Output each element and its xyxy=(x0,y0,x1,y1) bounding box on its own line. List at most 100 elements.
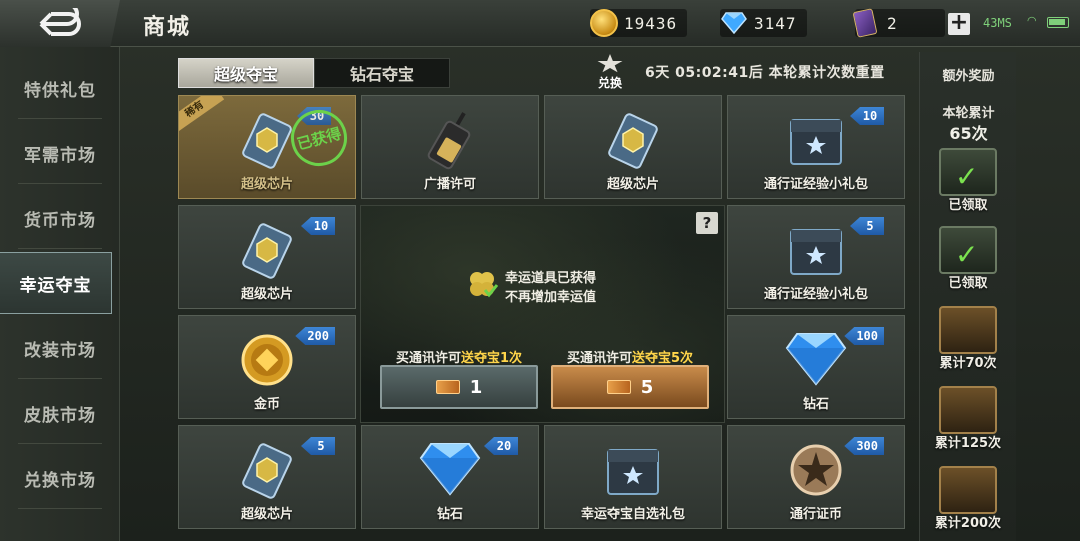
prize-cell-pass-exp-pack-5[interactable]: 5 通行证经验小礼包 xyxy=(727,205,905,309)
reset-timer: 6天 05:02:41后 本轮累计次数重置 xyxy=(645,65,885,81)
prize-cell-broadcast-permit[interactable]: 广播许可 xyxy=(361,95,539,199)
sidebar-item-special-pack[interactable]: 特供礼包 xyxy=(0,57,120,119)
buy-once-button[interactable]: 1 xyxy=(380,365,538,409)
prize-cell-super-chip-10[interactable]: 10 超级芯片 xyxy=(178,205,356,309)
prize-name: 超级芯片 xyxy=(240,287,293,302)
prize-name: 金币 xyxy=(253,397,280,412)
prize-name: 通行证经验小礼包 xyxy=(763,287,868,302)
reward-label: 累计200次 xyxy=(934,516,1002,531)
diamond-icon xyxy=(419,443,481,496)
check-icon: ✓ xyxy=(955,238,979,271)
ping-readout: 43MS xyxy=(983,16,1012,30)
prize-name: 钻石 xyxy=(436,507,463,522)
quantity-badge: 10 xyxy=(301,217,335,235)
sidebar-item-supply-market[interactable]: 军需市场 xyxy=(0,122,120,184)
reward-tier-3[interactable]: 累计70次 xyxy=(935,302,1001,371)
reward-chest-icon xyxy=(939,466,997,514)
reward-label: 已领取 xyxy=(948,198,988,213)
diamond-counter: 3147 xyxy=(720,9,807,37)
round-total-count: 65次 xyxy=(949,124,988,143)
reward-label: 累计125次 xyxy=(934,436,1002,451)
quantity-badge: 200 xyxy=(295,327,335,345)
quantity-badge: 5 xyxy=(850,217,884,235)
quantity-badge: 5 xyxy=(301,437,335,455)
buy-five-prefix: 买通讯许可 xyxy=(566,351,632,366)
gold-value: 19436 xyxy=(624,13,678,33)
supply-box-icon xyxy=(790,229,842,275)
chip-card-icon xyxy=(242,223,292,279)
gold-counter: 19436 xyxy=(590,9,688,37)
exchange-button[interactable]: 兑换 xyxy=(592,54,628,92)
reward-tier-2[interactable]: ✓ 已领取 xyxy=(935,222,1001,291)
prize-cell-gold-200[interactable]: 200 金币 xyxy=(178,315,356,419)
reward-tier-5[interactable]: 累计200次 xyxy=(935,462,1001,531)
exchange-label: 兑换 xyxy=(597,76,622,90)
prize-name: 超级芯片 xyxy=(240,507,293,522)
buy-once-prefix: 买通讯许可 xyxy=(395,351,461,366)
prize-name: 通行证经验小礼包 xyxy=(763,177,868,192)
prize-cell-pass-exp-pack-10[interactable]: 10 通行证经验小礼包 xyxy=(727,95,905,199)
buy-five-count: 5 xyxy=(640,376,654,398)
prize-cell-super-chip[interactable]: 超级芯片 xyxy=(544,95,722,199)
luck-status-line1: 幸运道具已获得 xyxy=(505,271,597,286)
rare-tag: 稀有 xyxy=(179,96,225,134)
supply-box-icon xyxy=(790,119,842,165)
battery-icon xyxy=(1047,17,1069,28)
ticket-icon xyxy=(435,380,460,394)
sidebar-item-lucky-draw[interactable]: 幸运夺宝 xyxy=(0,252,112,314)
clover-icon xyxy=(470,272,499,298)
back-button[interactable] xyxy=(0,0,120,47)
reward-tier-4[interactable]: 累计125次 xyxy=(935,382,1001,451)
sidebar-item-currency-market[interactable]: 货币市场 xyxy=(0,187,120,249)
card-counter: 2 xyxy=(852,8,945,38)
prize-cell-super-chip-30[interactable]: 稀有 30 已获得 超级芯片 xyxy=(178,95,356,199)
prize-name: 超级芯片 xyxy=(240,177,293,192)
round-total-label: 本轮累计 xyxy=(942,106,995,121)
page-title: 商城 xyxy=(143,15,192,40)
buy-once-highlight: 送夺宝1次 xyxy=(460,351,523,366)
prize-cell-diamond-100[interactable]: 100 钻石 xyxy=(727,315,905,419)
supply-box-icon xyxy=(607,449,659,495)
sidebar-item-exchange-market[interactable]: 兑换市场 xyxy=(0,447,120,509)
diamond-icon xyxy=(720,9,748,37)
prize-cell-lucky-choice-pack[interactable]: 幸运夺宝自选礼包 xyxy=(544,425,722,529)
diamond-icon xyxy=(785,333,847,386)
tab-super-draw[interactable]: 超级夺宝 xyxy=(178,58,314,88)
prize-name: 幸运夺宝自选礼包 xyxy=(580,507,685,522)
prize-name: 超级芯片 xyxy=(606,177,659,192)
reward-tier-1[interactable]: ✓ 已领取 xyxy=(935,144,1001,213)
chip-card-icon xyxy=(608,113,658,169)
prize-name: 通行证币 xyxy=(789,507,842,522)
buy-once-label: 买通讯许可送夺宝1次 xyxy=(379,347,539,366)
add-currency-button[interactable]: + xyxy=(948,12,970,35)
quantity-badge: 100 xyxy=(844,327,884,345)
quantity-badge: 20 xyxy=(484,437,518,455)
back-arrow-icon xyxy=(39,7,81,36)
reward-chest-icon xyxy=(939,306,997,354)
gold-coin-icon xyxy=(590,9,618,37)
wifi-icon: ◠ xyxy=(1027,14,1037,27)
sidebar: 特供礼包 军需市场 货币市场 幸运夺宝 改装市场 皮肤市场 兑换市场 xyxy=(0,47,120,541)
extra-rewards-title: 额外奖励 xyxy=(942,69,995,84)
luck-status-line2: 不再增加幸运值 xyxy=(505,290,597,305)
draw-panel: ? 幸运道具已获得 不再增加幸运值 买通讯许可送夺宝1次 买通讯许可送夺宝5次 … xyxy=(360,205,725,423)
extra-rewards-panel: 额外奖励 本轮累计 65次 ✓ 已领取 ✓ 已领取 累计70次 累计125次 累… xyxy=(919,52,1016,541)
pass-coin-icon xyxy=(790,444,842,496)
buy-once-count: 1 xyxy=(469,376,483,398)
prize-cell-diamond-20[interactable]: 20 钻石 xyxy=(361,425,539,529)
card-icon xyxy=(852,8,878,38)
prize-cell-pass-coin-300[interactable]: 300 通行证币 xyxy=(727,425,905,529)
help-button[interactable]: ? xyxy=(696,212,718,234)
sidebar-item-mod-market[interactable]: 改装市场 xyxy=(0,317,120,379)
sidebar-item-skin-market[interactable]: 皮肤市场 xyxy=(0,382,120,444)
tab-diamond-draw[interactable]: 钻石夺宝 xyxy=(314,58,450,88)
diamond-value: 3147 xyxy=(754,13,797,33)
chip-card-icon xyxy=(242,113,292,169)
prize-cell-super-chip-5[interactable]: 5 超级芯片 xyxy=(178,425,356,529)
top-bar: 商城 19436 3147 2 + 43MS ◠ xyxy=(0,0,1080,47)
buy-five-button[interactable]: 5 xyxy=(551,365,709,409)
star-icon xyxy=(597,54,623,73)
quantity-badge: 10 xyxy=(850,107,884,125)
quantity-badge: 300 xyxy=(844,437,884,455)
walkie-talkie-icon xyxy=(427,112,471,170)
